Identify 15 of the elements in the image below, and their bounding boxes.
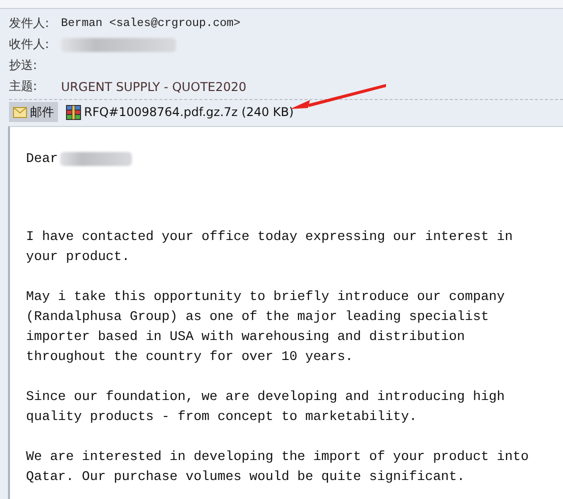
attachment-item[interactable]: RFQ#10098764.pdf.gz.7z (240 KB) bbox=[62, 102, 298, 122]
envelope-icon bbox=[13, 106, 27, 118]
field-label: 抄送: bbox=[9, 57, 38, 74]
archive-icon bbox=[66, 104, 81, 120]
message-tab[interactable]: 邮件 bbox=[9, 102, 58, 122]
subject-text: URGENT SUPPLY - QUOTE2020 bbox=[61, 80, 246, 94]
body-paragraph: May i take this opportunity to briefly introduce our company (Randalphusa Group) as one of the major leading specialist importer based in USA with warehousing and distribution throughout the country for over 10 years. bbox=[26, 288, 506, 366]
field-label: 主题: bbox=[9, 78, 38, 95]
greeting-text: Dear bbox=[26, 150, 58, 168]
field-label: 收件人: bbox=[9, 36, 50, 53]
body-paragraph: We are interested in developing the import of your product into Qatar. Our purchase volumes would be quite significant. bbox=[26, 448, 530, 486]
field-label: 发件人: bbox=[9, 15, 50, 32]
body-paragraph: Since our foundation, we are developing and introducing high quality products - from concept to marketability. bbox=[26, 388, 506, 426]
body-paragraph: I have contacted your office today expressing our interest in your product. bbox=[26, 228, 514, 266]
field-value: Berman <sales@crgroup.com> bbox=[61, 17, 240, 30]
